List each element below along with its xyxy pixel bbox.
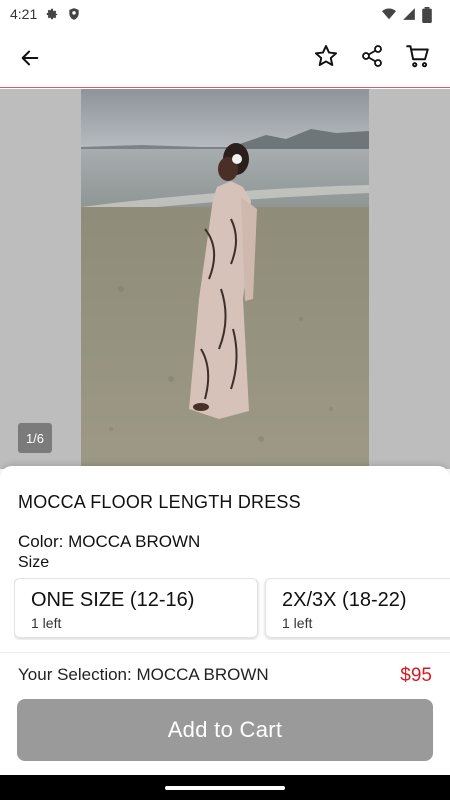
size-options[interactable]: ONE SIZE (12-16) 1 left 2X/3X (18-22) 1 …: [14, 578, 450, 640]
product-title: MOCCA FLOOR LENGTH DRESS: [18, 492, 301, 512]
size-label: Size: [18, 554, 50, 571]
favorite-button[interactable]: [312, 42, 340, 70]
home-gesture-handle[interactable]: [165, 785, 285, 790]
signal-icon: [402, 7, 416, 21]
size-option-name: ONE SIZE (12-16): [31, 589, 195, 611]
star-outline-icon: [314, 45, 338, 66]
app-bar: [0, 28, 450, 88]
color-selection: Color: MOCCA BROWN: [18, 532, 201, 551]
price: $95: [400, 665, 432, 686]
size-option-2x3x[interactable]: 2X/3X (18-22) 1 left: [265, 578, 450, 638]
size-option-one-size[interactable]: ONE SIZE (12-16) 1 left: [14, 578, 258, 638]
shield-icon: [67, 7, 81, 21]
size-option-stock: 1 left: [282, 615, 313, 631]
status-bar: 4:21: [0, 0, 450, 28]
cart-button[interactable]: [404, 42, 432, 70]
product-photo[interactable]: [81, 89, 369, 469]
wifi-icon: [382, 7, 396, 21]
share-icon: [362, 45, 382, 67]
size-option-name: 2X/3X (18-22): [282, 589, 407, 611]
size-option-stock: 1 left: [31, 615, 62, 631]
product-gallery[interactable]: 1/6: [0, 89, 450, 469]
page-indicator: 1/6: [18, 423, 52, 453]
back-arrow-icon: [21, 50, 39, 66]
product-details-sheet: MOCCA FLOOR LENGTH DRESS Color: MOCCA BR…: [0, 466, 450, 776]
cart-icon: [406, 45, 429, 68]
status-time: 4:21: [10, 6, 38, 22]
back-button[interactable]: [16, 44, 44, 72]
share-button[interactable]: [358, 42, 386, 70]
system-nav-bar: [0, 775, 450, 800]
gear-icon: [45, 7, 59, 21]
battery-icon: [422, 7, 436, 23]
add-to-cart-button[interactable]: Add to Cart: [17, 699, 433, 761]
divider: [0, 652, 450, 653]
selection-summary: Your Selection: MOCCA BROWN: [18, 665, 269, 684]
